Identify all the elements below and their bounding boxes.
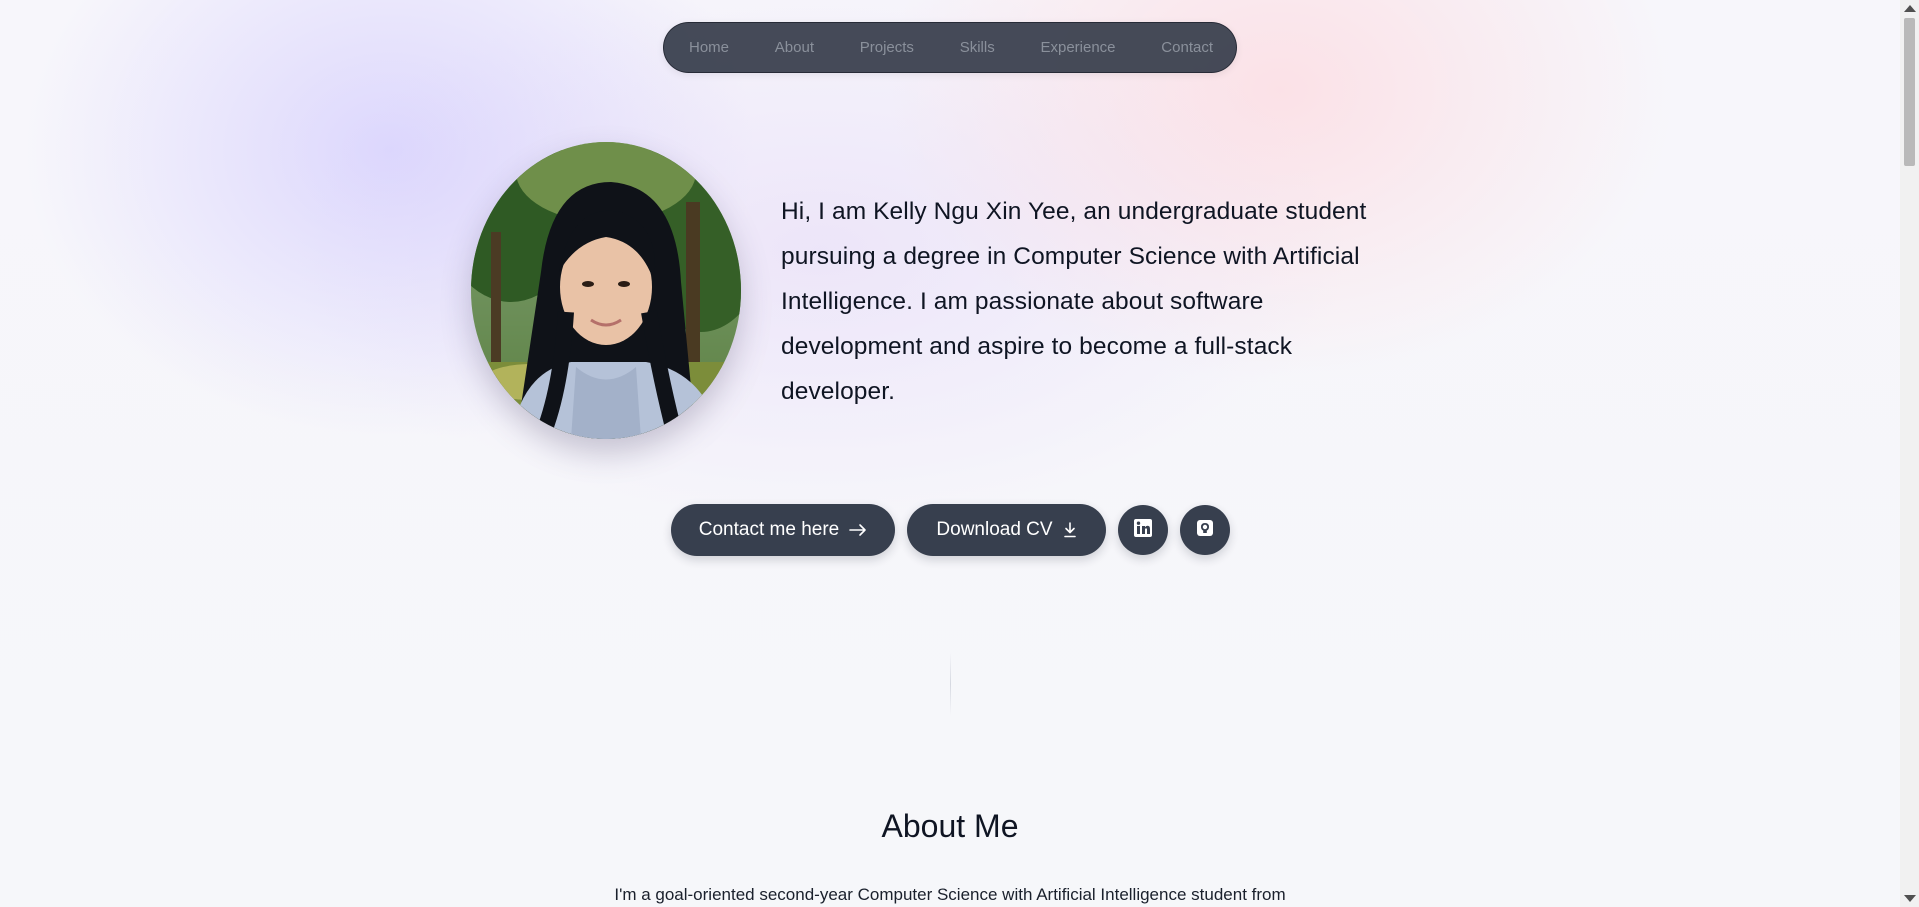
contact-me-label: Contact me here: [698, 519, 840, 540]
nav-skills[interactable]: Skills: [960, 39, 995, 56]
hero-intro: Hi, I am Kelly Ngu Xin Yee, an undergrad…: [781, 189, 1401, 414]
vertical-scrollbar[interactable]: [1900, 0, 1919, 907]
nav-about[interactable]: About: [775, 39, 814, 56]
hero-intro-line: pursuing a degree in Computer Science wi…: [781, 243, 1360, 270]
contact-me-button[interactable]: Contact me here: [671, 504, 895, 556]
download-cv-label: Download CV: [936, 519, 1053, 540]
section-divider: [950, 652, 951, 716]
linkedin-icon: [1133, 518, 1153, 543]
download-cv-button[interactable]: Download CV: [907, 504, 1106, 556]
nav-projects[interactable]: Projects: [860, 39, 914, 56]
top-nav: Home About Projects Skills Experience Co…: [663, 22, 1237, 73]
scroll-up-icon[interactable]: [1904, 5, 1916, 12]
hero-intro-line: Intelligence. I am passionate about soft…: [781, 288, 1264, 315]
github-button[interactable]: [1180, 505, 1230, 555]
nav-contact[interactable]: Contact: [1161, 39, 1213, 56]
scroll-down-icon[interactable]: [1904, 895, 1916, 902]
hero-intro-line: Hi, I am Kelly Ngu Xin Yee, an undergrad…: [781, 198, 1367, 225]
github-icon: [1196, 519, 1214, 542]
hero-intro-line: developer.: [781, 378, 896, 405]
about-title: About Me: [881, 808, 1019, 844]
linkedin-button[interactable]: [1118, 505, 1168, 555]
nav-experience[interactable]: Experience: [1040, 39, 1115, 56]
nav-home[interactable]: Home: [689, 39, 729, 56]
download-icon: [1063, 522, 1077, 538]
scrollbar-thumb[interactable]: [1904, 18, 1915, 166]
arrow-right-icon: [849, 523, 867, 537]
about-text: I'm a goal-oriented second-year Computer…: [614, 885, 1286, 904]
page: Home About Projects Skills Experience Co…: [0, 0, 1900, 907]
hero-intro-line: development and aspire to become a full-…: [781, 333, 1293, 360]
profile-photo: [471, 142, 741, 439]
